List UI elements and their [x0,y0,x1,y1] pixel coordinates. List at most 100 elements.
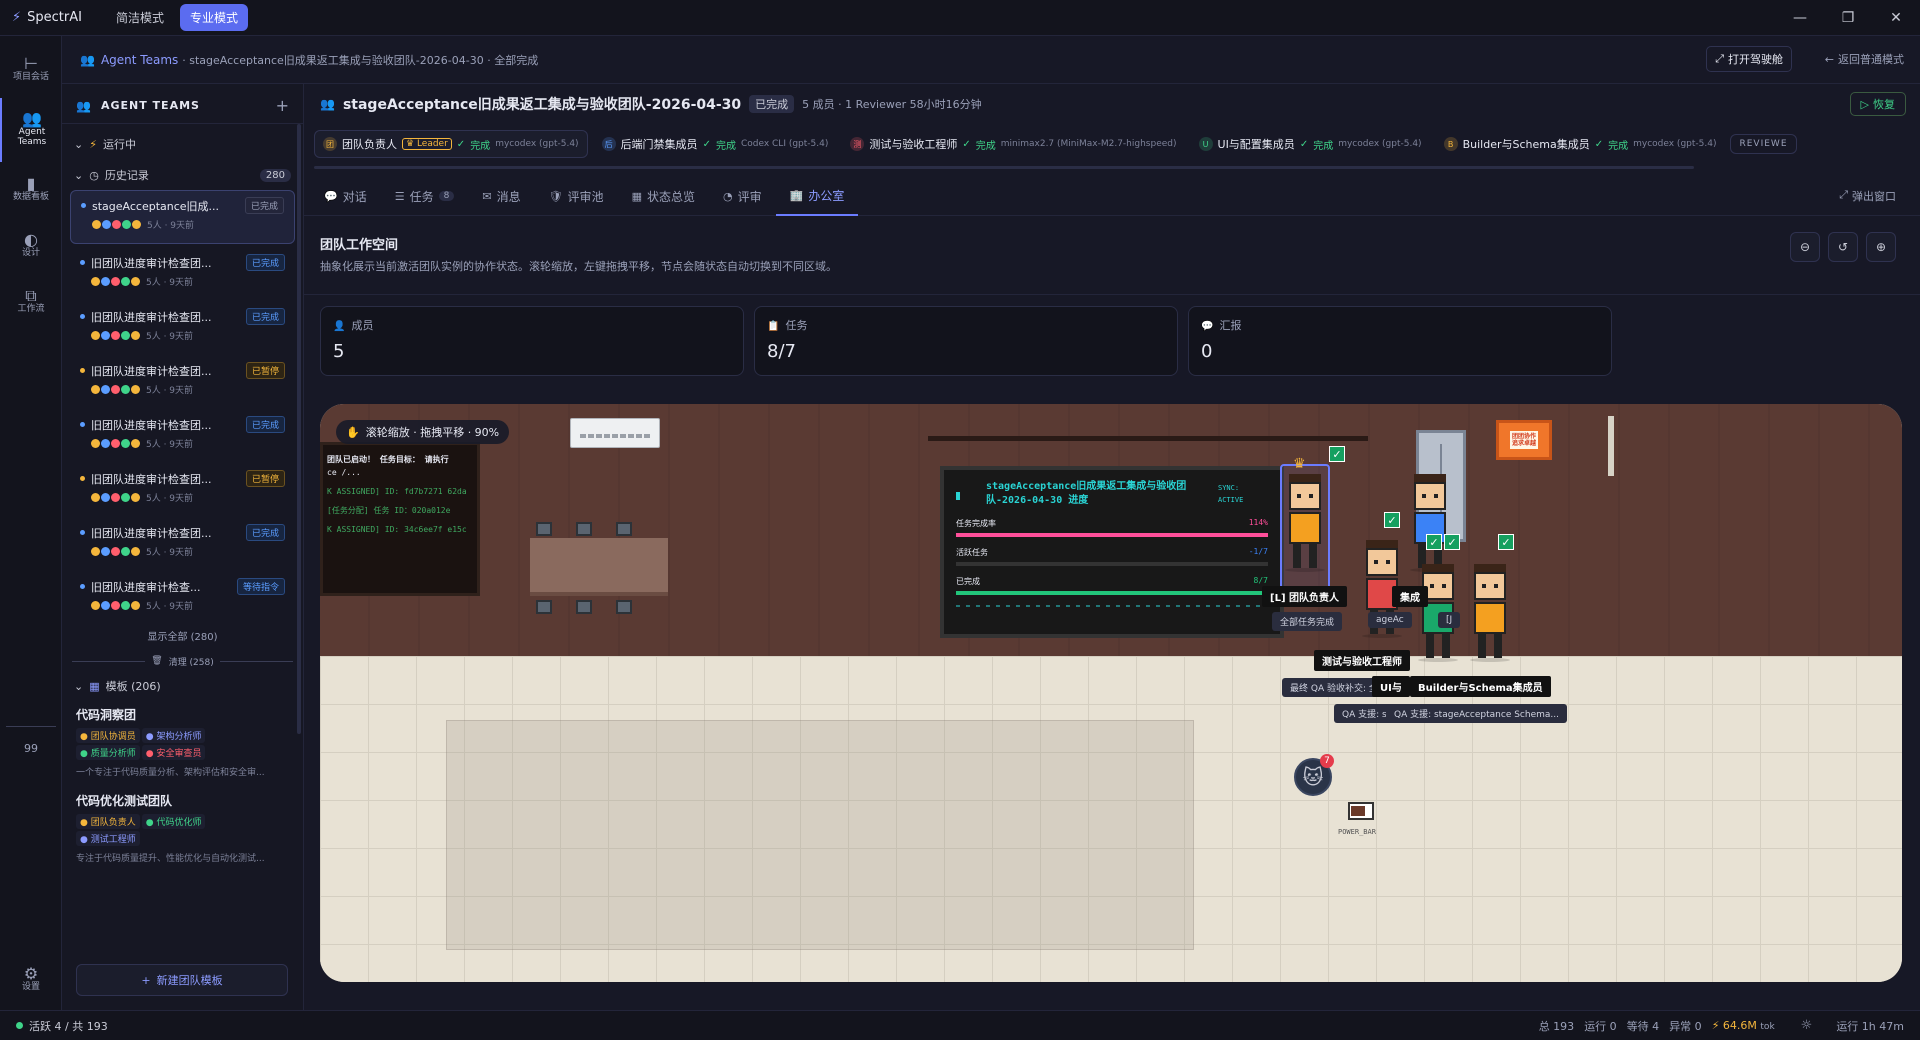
open-cockpit-button[interactable]: ⤢ 打开驾驶舱 [1706,46,1792,72]
minimize-icon[interactable]: — [1776,0,1824,36]
member-chip[interactable]: U UI与配置集成员 ✓ 完成 mycodex (gpt-5.4) [1191,130,1430,158]
template-card[interactable]: 代码优化测试团队 ● 团队负责人 ● 代码优化师● 测试工程师 专注于代码质量提升、性… [62,786,303,872]
tab-1[interactable]: ☰ 任务 8 [381,176,469,216]
member-dots [92,220,141,229]
team-list-item[interactable]: 旧团队进度审计检查团... 已完成 5人 · 9天前 [70,302,295,356]
user-icon: 👤 [333,321,346,332]
member-chip[interactable]: 团团队负责人 ♛ Leader ✓ 完成 mycodex (gpt-5.4) [314,130,588,158]
team-member-sprite[interactable] [1470,564,1510,674]
theme-icon[interactable]: ☼ [1801,1018,1813,1033]
add-team-icon[interactable]: + [276,96,289,115]
restore-icon[interactable]: ❐ [1824,0,1872,36]
tab-2[interactable]: ✉ 消息 [468,176,534,216]
member-dot [111,439,120,448]
team-item-row: 旧团队进度审计检查团... 已暂停 [80,362,285,379]
rail-item-design[interactable]: ◐ 设计 [0,218,62,274]
ui-nametag[interactable]: 集成 [1392,586,1428,607]
team-item-row: 旧团队进度审计检查团... 已完成 [80,308,285,325]
tab-0[interactable]: 💬 对话 [310,176,381,216]
cleanup-label: 清理 (258) [168,657,214,668]
tab-4[interactable]: ▦ 状态总览 [618,176,709,216]
team-list-item[interactable]: 旧团队进度审计检查团... 已完成 5人 · 9天前 [70,410,295,464]
zoom-hint: ✋ 滚轮缩放 · 拖拽平移 · 90% [336,420,510,444]
team-list-item[interactable]: 旧团队进度审计检查... 等待指令 5人 · 9天前 [70,572,295,626]
pro-mode-button[interactable]: 专业模式 [180,4,249,31]
team-list-item[interactable]: 旧团队进度审计检查团... 已完成 5人 · 9天前 [70,248,295,302]
member-chip[interactable]: 后后端门禁集成员 ✓ 完成 Codex CLI (gpt-5.4) [594,130,837,158]
templates-section[interactable]: ⌄ ▦ 模板 (206) [62,672,303,700]
running-section[interactable]: ⌄ ⚡ 运行中 [62,128,303,160]
status-right: 总 193 运行 0 等待 4 异常 0 ⚡ 64.6M tok ☼ 运行 1h… [1539,1018,1904,1034]
team-list-item[interactable]: 旧团队进度审计检查团... 已完成 5人 · 9天前 [70,518,295,572]
cleanup-row[interactable]: 🗑 清理 (258) [62,650,303,672]
log-line: ce /... [327,468,361,477]
simple-mode-button[interactable]: 简洁模式 [106,4,174,31]
chair [616,600,632,614]
progress-value: 114% [1248,518,1268,527]
zoom-out-icon[interactable]: ⊖ [1790,232,1820,262]
stat-label-row: 📋 任务 [767,317,1165,333]
template-card[interactable]: 代码洞察团 ● 团队协调员 ● 架构分析师● 质量分析师 ● 安全审查员 一个专注于代码… [62,700,303,786]
tab-bar: 💬 对话 ☰ 任务 8 ✉ 消息 🛡 评审池 ▦ 状态总览 ◔ 评审 🏢 办公室 [304,176,1920,216]
new-template-button[interactable]: + 新建团队模板 [76,964,288,996]
rail-item-agent-teams[interactable]: 👥 Agent Teams [0,98,62,162]
team-item-meta-row: 5人 · 9天前 [80,379,285,396]
sprite-leg [1442,634,1450,658]
sprite-eye [1482,584,1486,588]
check-icon: ✓ [702,138,711,150]
member-scrollbar[interactable] [314,166,1694,169]
team-list-item[interactable]: stageAcceptance旧成... 已完成 5人 · 9天前 [70,190,295,244]
log-line: [任务分配] 任务 ID：020a012e [327,506,451,515]
member-chip[interactable]: B Builder与Schema集成员 ✓ 完成 mycodex (gpt-5.4) [1436,130,1725,158]
show-all-link[interactable]: 显示全部 (280) [62,628,303,650]
member-chip[interactable]: 测测试与验收工程师 ✓ 完成 minimax2.7 (MiniMax-M2.7-hig… [842,130,1184,158]
done-check-icon: ✓ [1384,512,1400,528]
back-normal-button[interactable]: ← 返回普通模式 [1825,46,1904,72]
leader-bubble: 全部任务完成 [1272,612,1343,631]
report-icon: 💬 [1201,321,1214,332]
workflow-icon: ⧉ [25,285,37,305]
progress-label: 任务完成率 [956,519,996,528]
sidebar-scrollbar[interactable] [297,124,301,734]
reviewer-chip[interactable]: REVIEWE [1730,134,1797,154]
qa-bubble-2: QA 支援: stageAcceptance Schema... [1386,704,1567,723]
rail-item-settings[interactable]: ⚙ 设置 [0,952,62,1008]
template-role-tag: ● 质量分析师 [76,745,140,760]
office-scene[interactable]: 团队已启动！ 任务目标： 请执行 ce /... K ASSIGNED] ID:… [320,404,1902,982]
popout-button[interactable]: ⤢ 弹出窗口 [1839,188,1896,204]
rail-item-projects[interactable]: ⊢ 项目会话 [0,42,62,98]
breadcrumb-agent-teams[interactable]: Agent Teams [101,53,178,67]
team-item-name: 旧团队进度审计检查团... [91,418,212,432]
member-avatar: U [1198,137,1213,151]
tab-3[interactable]: 🛡 评审池 [535,176,618,216]
member-dot [91,439,100,448]
rail-item-workflow[interactable]: ⧉ 工作流 [0,274,62,330]
team-item-meta-row: 5人 · 9天前 [81,214,284,231]
ui-member-nametag[interactable]: UI与 [1372,676,1410,697]
member-status: 完成 [975,140,996,152]
status-bar: 活跃 4 / 共 193 总 193 运行 0 等待 4 异常 0 ⚡ 64.6… [0,1010,1920,1040]
reset-icon[interactable]: ↺ [1828,232,1858,262]
team-item-meta: 5人 · 9天前 [146,494,194,504]
member-dot [91,547,100,556]
status-dot [80,368,85,373]
zoom-in-icon[interactable]: ⊕ [1866,232,1896,262]
tester-nametag[interactable]: 测试与验收工程师 [1314,650,1410,671]
tab-6[interactable]: 🏢 办公室 [775,176,859,216]
board-footer [956,605,1268,607]
restore-button[interactable]: ▷ 恢复 [1849,92,1906,116]
member-dot [121,547,130,556]
team-list-item[interactable]: 旧团队进度审计检查团... 已暂停 5人 · 9天前 [70,356,295,410]
team-member-sprite[interactable] [1285,474,1325,584]
status-dot [81,203,86,208]
arrow-left-icon: ← [1824,52,1834,66]
builder-nametag[interactable]: Builder与Schema集成员 [1410,676,1551,697]
close-icon[interactable]: ✕ [1872,0,1920,36]
history-section[interactable]: ⌄ ◷ 历史记录 280 [62,160,303,190]
team-item-status: 等待指令 [236,578,285,595]
leader-nametag[interactable]: [L] 团队负责人 [1262,586,1347,607]
tab-5[interactable]: ◔ 评审 [709,176,776,216]
team-list-item[interactable]: 旧团队进度审计检查团... 已暂停 5人 · 9天前 [70,464,295,518]
tab-label: 任务 [409,189,434,204]
rail-item-dashboard[interactable]: ▮ 数据看板 [0,162,62,218]
